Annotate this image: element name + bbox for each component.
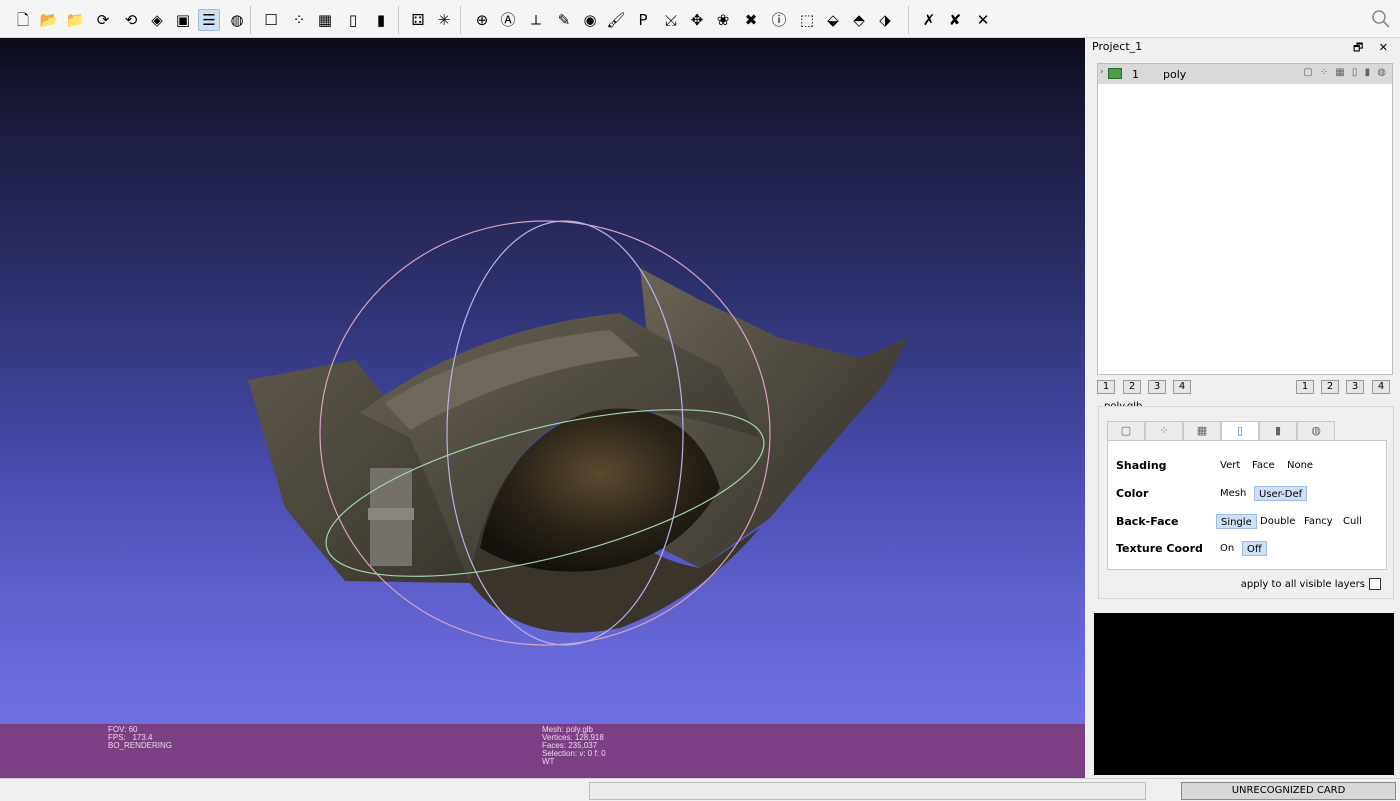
pick-points-button[interactable]: P xyxy=(632,9,654,31)
right-number-1[interactable]: 1 xyxy=(1296,380,1314,394)
color-mesh-option[interactable]: Mesh xyxy=(1216,486,1250,501)
select-vertices-button[interactable]: ⬙ xyxy=(822,9,844,31)
overlay-flags: WT xyxy=(542,757,555,766)
render-properties: ▢ ⁘ ▦ ▯ ▮ ◍ Shading Vert Face None Color… xyxy=(1098,406,1394,599)
raster-dialog-button[interactable]: ◍ xyxy=(226,9,248,31)
delete-all-button[interactable]: ✕ xyxy=(972,9,994,31)
panel-float-close-buttons[interactable]: 🗗 ✕ xyxy=(1353,39,1394,58)
georef-button[interactable]: ✖ xyxy=(740,9,762,31)
right-number-3[interactable]: 3 xyxy=(1346,380,1364,394)
backface-double-option[interactable]: Double xyxy=(1256,514,1299,529)
tab-edit[interactable]: ▮ xyxy=(1259,421,1297,441)
measure-button[interactable]: ⟂ xyxy=(525,9,547,31)
reload-button[interactable]: ⟳ xyxy=(92,9,114,31)
paint-button[interactable]: ✎ xyxy=(553,9,575,31)
layer-panel: Project_1 🗗 ✕ › 1 poly ▢ ⁘ ▦ ▯ ▮ ◍ 1 2 3… xyxy=(1088,38,1400,778)
color-label: Color xyxy=(1116,487,1149,500)
backface-single-option[interactable]: Single xyxy=(1216,514,1257,529)
bbox-mode-button[interactable]: ☐ xyxy=(260,9,282,31)
meshlab-window: 🗋 📂 📁 ⟳ ⟲ ◈ ▣ ☰ ◍ ☐ ⁘ ▦ ▯ ▮ ⚃ ✳ ⊕ Ⓐ ⟂ ✎ ◉ 🖌 P ⤩ ✥ ❀ ✖ ⓘ ⬚ ⬙ ⬘ ⬗ ✗ ✘ ✕ xyxy=(0,0,1400,801)
right-number-4[interactable]: 4 xyxy=(1372,380,1390,394)
brush-button[interactable]: 🖌 xyxy=(605,9,627,31)
open-project-button[interactable]: 📂 xyxy=(38,9,60,31)
import-mesh-button[interactable]: 📁 xyxy=(64,9,86,31)
texcoord-label: Texture Coord xyxy=(1116,542,1203,555)
tab-points[interactable]: ⁘ xyxy=(1145,421,1183,441)
axis-toggle-button[interactable]: ✳ xyxy=(433,9,455,31)
manipulator-button[interactable]: ✥ xyxy=(686,9,708,31)
log-area xyxy=(1094,613,1394,775)
tab-wireframe[interactable]: ▦ xyxy=(1183,421,1221,441)
delete-vertices-button[interactable]: ✗ xyxy=(918,9,940,31)
annotation-button[interactable]: Ⓐ xyxy=(497,9,519,31)
left-number-2[interactable]: 2 xyxy=(1123,380,1141,394)
shading-face-option[interactable]: Face xyxy=(1248,458,1279,473)
backface-label: Back-Face xyxy=(1116,515,1179,528)
texcoord-off-option[interactable]: Off xyxy=(1242,541,1267,556)
delete-faces-button[interactable]: ✘ xyxy=(944,9,966,31)
status-bar: UNRECOGNIZED CARD xyxy=(0,778,1400,801)
mesh-render[interactable] xyxy=(0,38,1085,724)
backface-cull-option[interactable]: Cull xyxy=(1339,514,1366,529)
toolbar-separator xyxy=(250,6,251,34)
left-number-3[interactable]: 3 xyxy=(1148,380,1166,394)
layer-dialog-button[interactable]: ☰ xyxy=(198,9,220,31)
new-project-button[interactable]: 🗋 xyxy=(12,9,34,31)
tab-bbox[interactable]: ▢ xyxy=(1107,421,1145,441)
align-button[interactable]: ⤩ xyxy=(660,9,682,31)
graphics-card-status: UNRECOGNIZED CARD xyxy=(1181,782,1396,800)
tab-solid[interactable]: ▯ xyxy=(1221,421,1259,441)
select-faces-button[interactable]: ⬚ xyxy=(796,9,818,31)
search-icon[interactable] xyxy=(1370,8,1392,30)
shading-vert-option[interactable]: Vert xyxy=(1216,458,1244,473)
toolbar-separator xyxy=(460,6,461,34)
points-mode-button[interactable]: ⁘ xyxy=(288,9,310,31)
apply-all-layers-checkbox[interactable] xyxy=(1369,578,1381,590)
status-progress xyxy=(589,782,1146,800)
layer-id: 1 xyxy=(1132,68,1139,81)
snapshot-button[interactable]: ▣ xyxy=(172,9,194,31)
expand-icon[interactable]: › xyxy=(1100,67,1104,77)
shading-label: Shading xyxy=(1116,459,1167,472)
texture-mode-button[interactable]: ⚃ xyxy=(407,9,429,31)
layer-render-mode-icons[interactable]: ▢ ⁘ ▦ ▯ ▮ ◍ xyxy=(1303,67,1388,78)
backface-fancy-option[interactable]: Fancy xyxy=(1300,514,1337,529)
wireframe-mode-button[interactable]: ▦ xyxy=(314,9,336,31)
toolbar-separator xyxy=(398,6,399,34)
toolbar-separator xyxy=(908,6,909,34)
color-userdef-option[interactable]: User-Def xyxy=(1254,486,1308,501)
tab-texture[interactable]: ◍ xyxy=(1297,421,1335,441)
info-overlay: FOV: 60 FPS: 173.4 BO_RENDERING Mesh: po… xyxy=(0,724,1085,778)
visibility-eye-icon[interactable] xyxy=(1108,68,1122,79)
left-number-4[interactable]: 4 xyxy=(1173,380,1191,394)
smooth-mode-button[interactable]: ▮ xyxy=(370,9,392,31)
select-connected-button[interactable]: ⬘ xyxy=(848,9,870,31)
overlay-rendering: BO_RENDERING xyxy=(108,741,173,750)
flat-mode-button[interactable]: ▯ xyxy=(342,9,364,31)
layer-row[interactable]: › 1 poly ▢ ⁘ ▦ ▯ ▮ ◍ xyxy=(1098,64,1392,84)
export-mesh-button[interactable]: ◈ xyxy=(146,9,168,31)
camera-button[interactable]: ◉ xyxy=(579,9,601,31)
layer-list[interactable]: › 1 poly ▢ ⁘ ▦ ▯ ▮ ◍ xyxy=(1097,63,1393,375)
shading-none-option[interactable]: None xyxy=(1283,458,1317,473)
render-options: Shading Vert Face None Color Mesh User-D… xyxy=(1107,440,1387,570)
layer-name: poly xyxy=(1163,68,1187,81)
right-number-2[interactable]: 2 xyxy=(1321,380,1339,394)
texcoord-on-option[interactable]: On xyxy=(1216,541,1238,556)
select-all-button[interactable]: ⬗ xyxy=(874,9,896,31)
apply-all-layers-label: apply to all visible layers xyxy=(1240,579,1365,590)
reload-all-button[interactable]: ⟲ xyxy=(120,9,142,31)
color-picker-button[interactable]: ❀ xyxy=(712,9,734,31)
trackball-button[interactable]: ⊕ xyxy=(471,9,493,31)
main-toolbar: 🗋 📂 📁 ⟳ ⟲ ◈ ▣ ☰ ◍ ☐ ⁘ ▦ ▯ ▮ ⚃ ✳ ⊕ Ⓐ ⟂ ✎ ◉ 🖌 P ⤩ ✥ ❀ ✖ ⓘ ⬚ ⬙ ⬘ ⬗ ✗ ✘ ✕ xyxy=(0,0,1400,38)
3d-viewport[interactable]: FOV: 60 FPS: 173.4 BO_RENDERING Mesh: po… xyxy=(0,38,1085,778)
left-number-1[interactable]: 1 xyxy=(1097,380,1115,394)
info-button[interactable]: ⓘ xyxy=(768,9,790,31)
panel-title: Project_1 xyxy=(1092,40,1143,53)
